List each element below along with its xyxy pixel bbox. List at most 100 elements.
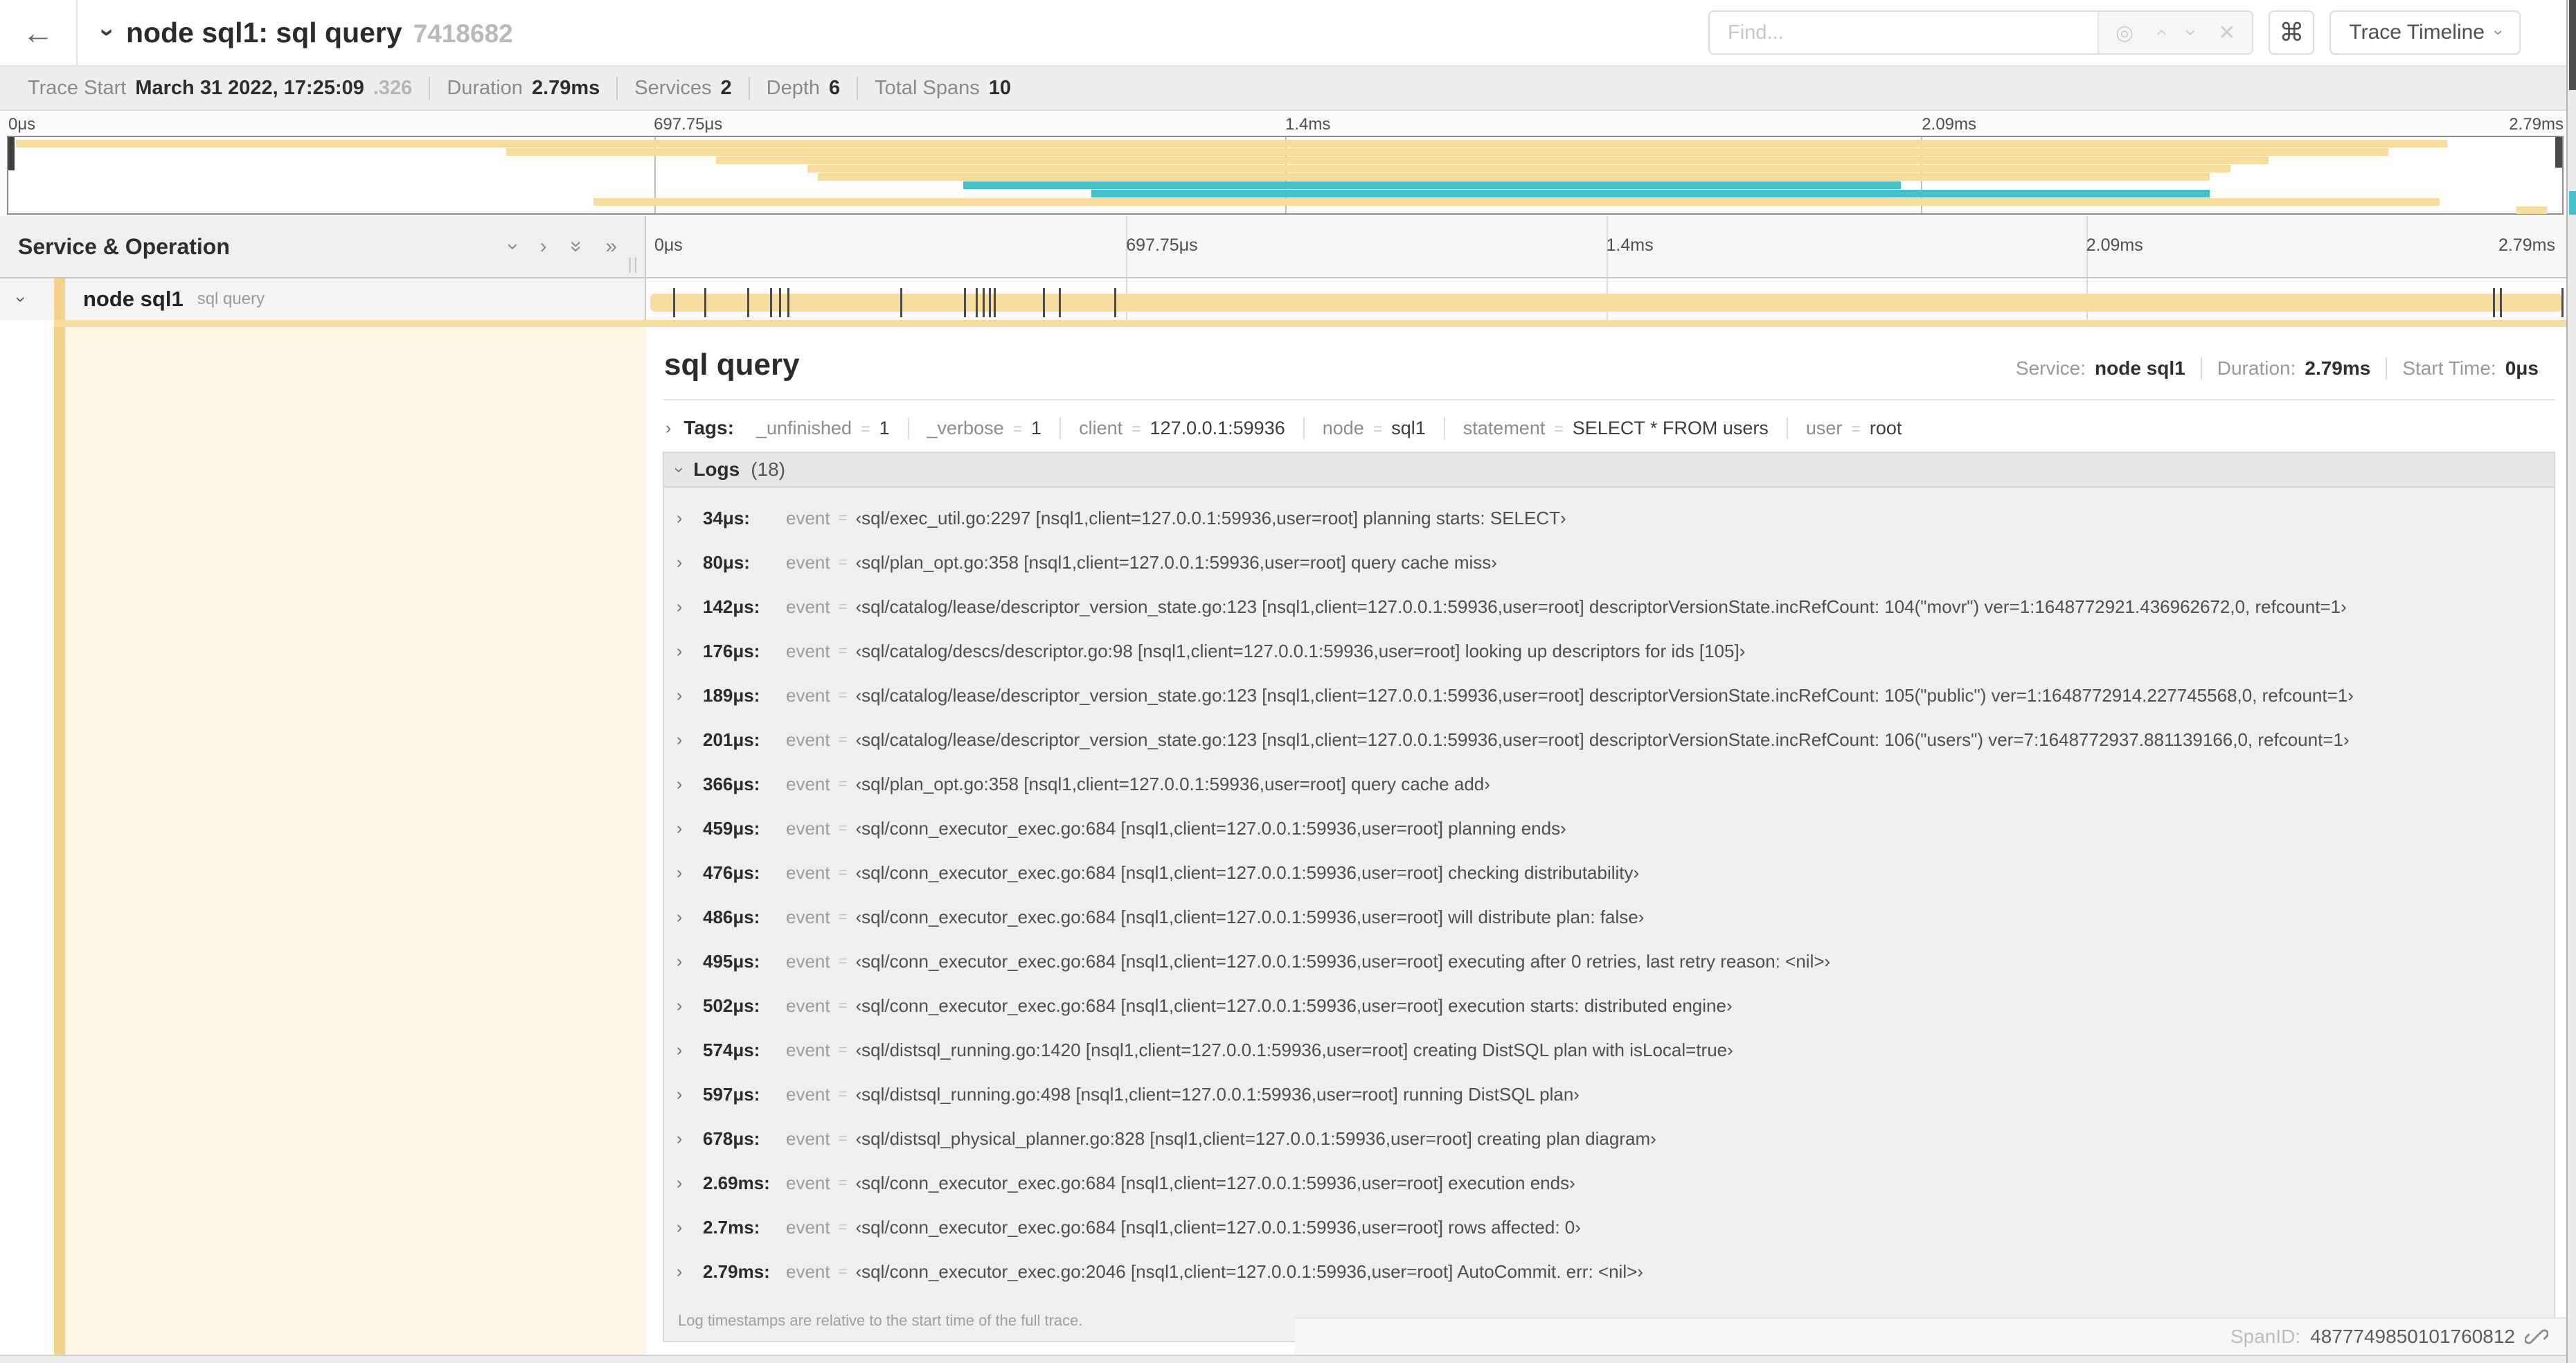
detail-divider [663, 399, 2555, 400]
log-row[interactable]: › 2.7ms: event = ‹sql/conn_executor_exec.go:… [664, 1205, 2554, 1249]
log-row[interactable]: › 574μs: event = ‹sql/distsql_running.go:142… [664, 1028, 2554, 1072]
expand-log-icon[interactable]: › [677, 819, 703, 839]
log-row[interactable]: › 34μs: event = ‹sql/exec_util.go:2297 [nsql… [664, 496, 2554, 540]
span-duration-bar[interactable] [650, 288, 2564, 317]
logs-collapse-icon[interactable]: › [670, 467, 690, 472]
log-row[interactable]: › 189μs: event = ‹sql/catalog/lease/descript… [664, 673, 2554, 718]
log-tick-mark [2499, 288, 2502, 317]
log-row[interactable]: › 142μs: event = ‹sql/catalog/lease/descript… [664, 585, 2554, 629]
log-row[interactable]: › 201μs: event = ‹sql/catalog/lease/descript… [664, 718, 2554, 762]
span-detail-meta: Service: node sql1 Duration: 2.79ms Start … [2001, 357, 2554, 380]
minimap-tick-label: 0μs [8, 115, 36, 134]
log-row[interactable]: › 366μs: event = ‹sql/plan_opt.go:358 [nsql1… [664, 762, 2554, 806]
expand-log-icon[interactable]: › [677, 1040, 703, 1060]
log-row[interactable]: › 495μs: event = ‹sql/conn_executor_exec.go:… [664, 939, 2554, 983]
trace-id: 7418682 [413, 19, 513, 48]
log-value: ‹sql/distsql_running.go:1420 [nsql1,clie… [855, 1039, 1733, 1060]
log-equals: = [838, 731, 848, 748]
expand-log-icon[interactable]: › [677, 597, 703, 617]
minimap-ruler: 0μs 697.75μs 1.4ms 2.09ms 2.79ms [7, 115, 2564, 134]
expand-log-icon[interactable]: › [677, 863, 703, 883]
log-tick-mark [787, 288, 789, 317]
minimap-span-bar [963, 181, 1901, 189]
collapse-controls: › › » » [502, 235, 645, 258]
log-row[interactable]: › 678μs: event = ‹sql/distsql_physical_plann… [664, 1116, 2554, 1161]
log-row[interactable]: › 502μs: event = ‹sql/conn_executor_exec.go:… [664, 983, 2554, 1028]
minimap-span-bar [715, 157, 2269, 164]
log-field-name: event [786, 862, 830, 883]
log-equals: = [838, 686, 848, 704]
log-equals: = [838, 1263, 848, 1280]
log-row[interactable]: › 176μs: event = ‹sql/catalog/descs/descript… [664, 629, 2554, 673]
column-resize-grip[interactable]: || [628, 255, 639, 274]
find-input[interactable] [1710, 12, 2098, 53]
collapse-one-icon[interactable]: › [501, 243, 525, 250]
expand-log-icon[interactable]: › [677, 774, 703, 794]
expand-log-icon[interactable]: › [677, 686, 703, 706]
collapse-trace-icon[interactable]: › [93, 28, 123, 37]
log-row[interactable]: › 476μs: event = ‹sql/conn_executor_exec.go:… [664, 850, 2554, 895]
service-operation-title: Service & Operation [18, 233, 230, 259]
expand-log-icon[interactable]: › [677, 553, 703, 573]
log-row[interactable]: › 80μs: event = ‹sql/plan_opt.go:358 [nsql1,… [664, 540, 2554, 585]
span-name-cell[interactable]: › node sql1 sql query [0, 278, 646, 320]
expand-log-icon[interactable]: › [677, 1129, 703, 1149]
tag-item: _unfinished = 1 [755, 417, 890, 438]
detail-row-tint [65, 320, 646, 1355]
expand-one-icon[interactable]: › [540, 235, 547, 258]
log-row[interactable]: › 459μs: event = ‹sql/conn_executor_exec.go:… [664, 806, 2554, 850]
expand-log-icon[interactable]: › [677, 1085, 703, 1105]
expand-all-icon[interactable]: » [605, 235, 617, 258]
log-timestamp: 189μs: [703, 684, 760, 706]
tags-accordion[interactable]: › Tags: _unfinished = 1 _verbose = 1 client =… [665, 417, 2555, 439]
log-equals: = [838, 553, 848, 571]
trace-view-select[interactable]: Trace Timeline › [2329, 10, 2521, 55]
minimap-left-drag-handle[interactable] [8, 137, 15, 170]
log-equals: = [838, 908, 848, 925]
find-next-icon[interactable]: › [2179, 29, 2203, 36]
expand-log-icon[interactable]: › [677, 508, 703, 528]
log-field-name: event [786, 596, 830, 617]
expand-log-icon[interactable]: › [677, 1173, 703, 1193]
log-row[interactable]: › 597μs: event = ‹sql/distsql_running.go:498… [664, 1072, 2554, 1116]
expand-log-icon[interactable]: › [677, 907, 703, 927]
log-value: ‹sql/distsql_physical_planner.go:828 [ns… [855, 1128, 1656, 1149]
find-clear-icon[interactable]: ✕ [2218, 21, 2235, 45]
collapse-all-icon[interactable]: » [564, 241, 588, 253]
span-id-value: 4877749850101760812 [2310, 1326, 2515, 1347]
expand-log-icon[interactable]: › [677, 1262, 703, 1282]
log-timestamp: 80μs: [703, 551, 750, 573]
deep-link-icon[interactable] [2525, 1325, 2548, 1348]
scrollbar-thumb[interactable] [2569, 0, 2576, 90]
logs-accordion-header[interactable]: › Logs (18) [664, 453, 2554, 488]
back-button[interactable]: ← [0, 0, 78, 65]
log-field-name: event [786, 507, 830, 528]
log-field-name: event [786, 1260, 830, 1282]
log-value: ‹sql/conn_executor_exec.go:2046 [nsql1,c… [855, 1260, 1643, 1282]
minimap-canvas[interactable] [7, 136, 2564, 215]
log-field-name: event [786, 1039, 830, 1060]
expand-log-icon[interactable]: › [677, 641, 703, 661]
locate-icon[interactable]: ◎ [2116, 21, 2134, 45]
minimap-right-drag-handle[interactable] [2555, 137, 2562, 168]
collapse-span-icon[interactable]: › [10, 296, 32, 303]
expand-log-icon[interactable]: › [677, 996, 703, 1016]
log-tick-mark [746, 288, 749, 317]
command-icon: ⌘ [2279, 18, 2305, 46]
log-tick-mark [988, 288, 991, 317]
log-field-name: event [786, 684, 830, 706]
vertical-scrollbar[interactable] [2566, 0, 2576, 1363]
expand-log-icon[interactable]: › [677, 1218, 703, 1238]
log-row[interactable]: › 2.69ms: event = ‹sql/conn_executor_exec.go… [664, 1161, 2554, 1205]
find-prev-icon[interactable]: › [2149, 29, 2172, 36]
trace-summary-bar: Trace Start March 31 2022, 17:25:09.326 … [0, 66, 2576, 111]
log-row[interactable]: › 2.79ms: event = ‹sql/conn_executor_exec.go… [664, 1249, 2554, 1294]
expand-log-icon[interactable]: › [677, 952, 703, 972]
keyboard-shortcuts-button[interactable]: ⌘ [2269, 10, 2315, 55]
log-value: ‹sql/conn_executor_exec.go:684 [nsql1,cl… [855, 1172, 1575, 1193]
tags-expand-icon[interactable]: › [665, 418, 671, 438]
expand-log-icon[interactable]: › [677, 730, 703, 750]
log-equals: = [838, 642, 848, 659]
log-row[interactable]: › 486μs: event = ‹sql/conn_executor_exec.go:… [664, 895, 2554, 939]
log-timestamp: 2.79ms: [703, 1260, 770, 1282]
